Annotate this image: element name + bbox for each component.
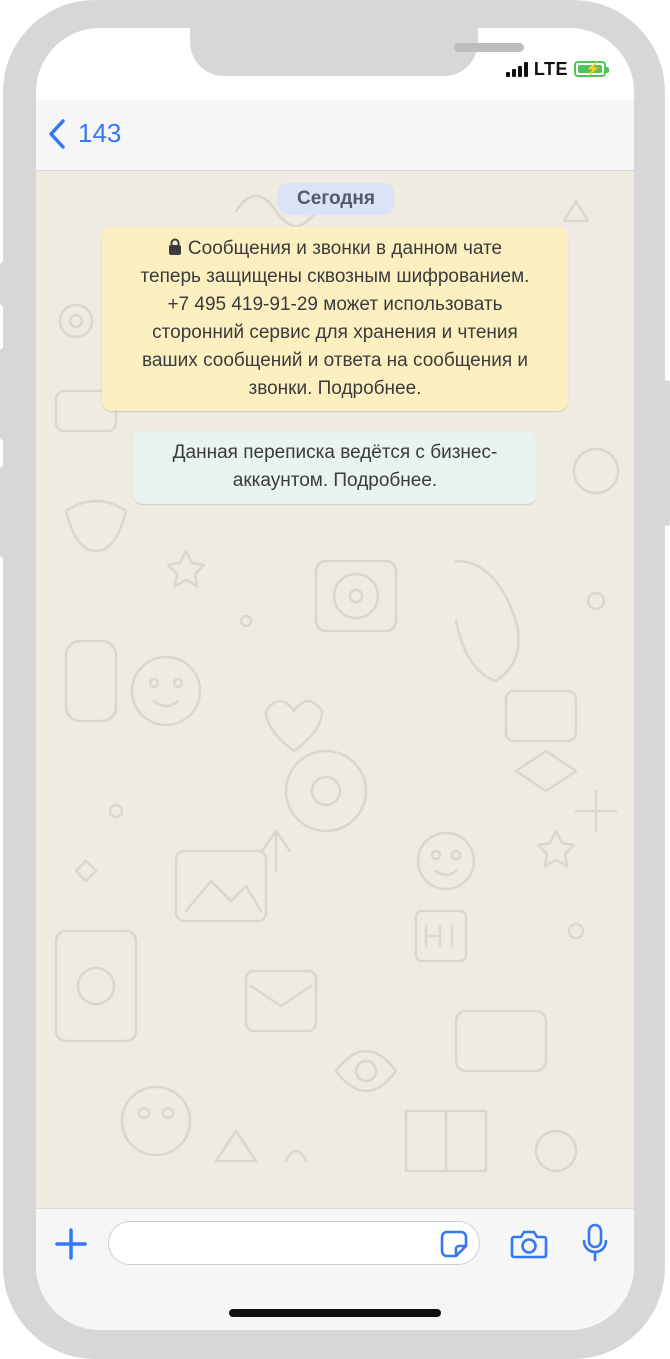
message-input-bar xyxy=(36,1208,634,1330)
speaker-grille xyxy=(454,43,524,52)
date-separator: Сегодня xyxy=(278,183,394,215)
encryption-notice-line-4: сторонний сервис для хранения и чтения xyxy=(152,322,518,343)
chat-area[interactable]: Сегодня Сообщения и звонки в данном чате… xyxy=(36,171,634,1208)
battery-charging-icon: ⚡ xyxy=(574,61,609,77)
sticker-icon[interactable] xyxy=(439,1229,469,1259)
lock-icon xyxy=(168,238,181,255)
signal-bars-icon xyxy=(505,61,528,77)
notch xyxy=(190,28,524,76)
volume-down-button xyxy=(0,466,6,558)
camera-icon[interactable] xyxy=(510,1228,548,1260)
encryption-notice-text-1: Сообщения и звонки в данном чате xyxy=(187,238,503,259)
encryption-notice-line-5: ваших сообщений и ответа на сообщения и xyxy=(141,350,529,371)
mute-switch xyxy=(0,262,6,306)
back-unread-count: 143 xyxy=(78,118,122,148)
encryption-notice-line-6: звонки. Подробнее. xyxy=(248,378,422,399)
status-bar: LTE ⚡ xyxy=(505,58,609,80)
phone-screen: LTE ⚡ 143 Сегодня Сообщения и звонки в д… xyxy=(36,28,634,1330)
encryption-notice[interactable]: Сообщения и звонки в данном чате теперь … xyxy=(102,227,568,411)
business-notice-line-2: аккаунтом. Подробнее. xyxy=(232,470,438,491)
business-account-notice[interactable]: Данная переписка ведётся с бизнес- аккау… xyxy=(133,431,537,504)
microphone-icon[interactable] xyxy=(582,1223,608,1263)
business-notice-line-1: Данная переписка ведётся с бизнес- xyxy=(172,442,498,463)
chevron-left-icon xyxy=(49,118,65,149)
home-indicator[interactable] xyxy=(229,1309,441,1317)
plus-icon[interactable] xyxy=(54,1227,88,1261)
power-button xyxy=(664,380,670,526)
chat-header: 143 xyxy=(36,100,634,171)
back-button[interactable]: 143 xyxy=(48,118,121,149)
message-input[interactable] xyxy=(108,1221,480,1265)
encryption-notice-line-1: Сообщения и звонки в данном чате xyxy=(116,235,554,263)
network-type: LTE xyxy=(533,58,568,79)
volume-up-button xyxy=(0,348,6,440)
encryption-notice-line-3: +7 495 419-91-29 может использовать xyxy=(167,294,503,315)
encryption-notice-line-2: теперь защищены сквозным шифрованием. xyxy=(140,266,530,287)
